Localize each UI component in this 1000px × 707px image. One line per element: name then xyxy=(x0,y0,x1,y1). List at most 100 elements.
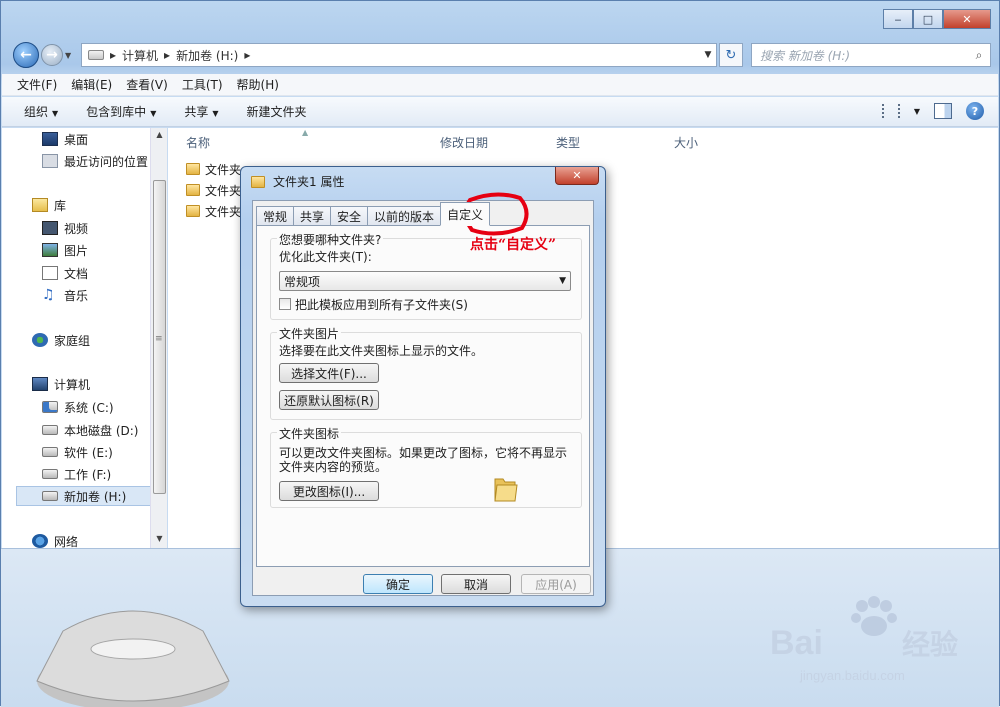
help-icon[interactable]: ? xyxy=(966,102,984,120)
folder-icons-group: 文件夹图标 可以更改文件夹图标。如果更改了图标，它将不再显示 文件夹内容的预览。… xyxy=(270,425,582,508)
apply-subfolders-label: 把此模板应用到所有子文件夹(S) xyxy=(295,298,468,312)
apply-button[interactable]: 应用(A) xyxy=(521,574,591,594)
refresh-button[interactable]: ↻ xyxy=(719,43,743,67)
optimize-value: 常规项 xyxy=(284,274,321,289)
nav-item-homegroup[interactable]: 家庭组 xyxy=(32,330,90,350)
nav-item-label: 系统 (C:) xyxy=(64,400,114,415)
maximize-button[interactable]: □ xyxy=(913,9,943,29)
preview-pane-icon[interactable] xyxy=(934,103,952,119)
breadcrumb-separator: ▸ xyxy=(110,48,117,62)
apply-subfolders-checkbox[interactable] xyxy=(279,298,291,310)
nav-item-libraries[interactable]: 库 xyxy=(32,195,66,215)
breadcrumb-volume[interactable]: 新加卷 (H:) xyxy=(176,47,238,64)
baidu-paw-logo: Bai 经验 jingyan.baidu.com xyxy=(770,596,958,683)
dialog-title: 文件夹1 属性 xyxy=(273,175,345,189)
column-header-size[interactable]: 大小 xyxy=(674,134,698,151)
nav-pane-scrollbar[interactable]: ▲ ≡ ▼ xyxy=(150,128,167,548)
optimize-select[interactable]: 常规项 ▼ xyxy=(279,271,571,291)
navigation-pane: 桌面 最近访问的位置 库 视频 图片 文档 ♫ 音乐 家庭组 计算机 系统 (C:… xyxy=(2,128,167,549)
cancel-button[interactable]: 取消 xyxy=(441,574,511,594)
nav-item-recent-places[interactable]: 最近访问的位置 xyxy=(42,151,148,171)
search-icon[interactable]: ⌕ xyxy=(968,48,990,63)
change-view-icon[interactable] xyxy=(881,104,900,118)
nav-item-computer[interactable]: 计算机 xyxy=(32,374,90,394)
list-item[interactable]: 文件夹 xyxy=(186,201,241,221)
column-header-name[interactable]: 名称 xyxy=(186,134,210,151)
pictures-icon xyxy=(42,243,58,257)
nav-item-videos[interactable]: 视频 xyxy=(42,218,88,238)
address-dropdown-icon[interactable]: ▼ xyxy=(700,50,716,60)
breadcrumb-computer[interactable]: 计算机 xyxy=(122,47,158,64)
nav-item-label: 本地磁盘 (D:) xyxy=(64,423,139,438)
view-options-chevron-icon[interactable]: ▼ xyxy=(914,107,920,116)
drive-icon xyxy=(42,425,58,435)
nav-item-pictures[interactable]: 图片 xyxy=(42,240,88,260)
nav-item-label: 视频 xyxy=(64,221,89,236)
group-title: 文件夹图标 xyxy=(277,425,342,442)
nav-item-drive-f[interactable]: 工作 (F:) xyxy=(42,464,111,484)
svg-text:jingyan.baidu.com: jingyan.baidu.com xyxy=(799,668,905,683)
search-input[interactable]: 搜索 新加卷 (H:) ⌕ xyxy=(751,43,991,67)
scroll-up-icon[interactable]: ▲ xyxy=(151,130,168,139)
folder-properties-dialog: 文件夹1 属性 ✕ 常规 共享 安全 以前的版本 自定义 您想要哪种文件夹? 优… xyxy=(240,166,606,607)
homegroup-icon xyxy=(32,333,48,347)
menu-edit[interactable]: 编辑(E) xyxy=(64,76,119,93)
share-label: 共享 xyxy=(184,105,209,119)
forward-button[interactable]: → xyxy=(41,44,63,66)
nav-item-drive-c[interactable]: 系统 (C:) xyxy=(42,397,114,417)
organize-label: 组织 xyxy=(24,105,49,119)
caption-buttons: ‒ □ ✕ xyxy=(883,9,991,29)
breadcrumb-separator: ▸ xyxy=(164,48,171,62)
restore-default-button[interactable]: 还原默认图标(R) xyxy=(279,390,379,410)
list-item[interactable]: 文件夹 xyxy=(186,159,241,179)
menu-view[interactable]: 查看(V) xyxy=(119,76,175,93)
include-library-button[interactable]: 包含到库中 ▼ xyxy=(86,103,156,120)
nav-item-desktop[interactable]: 桌面 xyxy=(42,129,88,149)
drive-icon xyxy=(42,491,58,501)
address-bar[interactable]: ▸ 计算机 ▸ 新加卷 (H:) ▸ ▼ xyxy=(81,43,717,67)
choose-file-button[interactable]: 选择文件(F)... xyxy=(279,363,379,383)
column-header-type[interactable]: 类型 xyxy=(556,134,580,151)
tab-general[interactable]: 常规 xyxy=(256,206,295,226)
change-icon-button[interactable]: 更改图标(I)... xyxy=(279,481,379,501)
share-button[interactable]: 共享 ▼ xyxy=(184,103,218,120)
video-icon xyxy=(42,221,58,235)
nav-item-drive-e[interactable]: 软件 (E:) xyxy=(42,442,113,462)
tab-customize[interactable]: 自定义 xyxy=(440,202,491,226)
organize-button[interactable]: 组织 ▼ xyxy=(24,103,58,120)
music-icon: ♫ xyxy=(42,287,55,303)
tab-sharing[interactable]: 共享 xyxy=(293,206,332,226)
dialog-close-button[interactable]: ✕ xyxy=(555,167,599,185)
column-header-modified[interactable]: 修改日期 xyxy=(440,134,488,151)
back-button[interactable]: ← xyxy=(13,42,39,68)
desktop-icon xyxy=(42,132,58,146)
svg-text:经验: 经验 xyxy=(902,628,958,660)
chevron-down-icon: ▼ xyxy=(212,109,219,118)
optimize-label: 优化此文件夹(T): xyxy=(279,250,372,264)
dialog-tabs: 常规 共享 安全 以前的版本 自定义 xyxy=(256,202,491,226)
tab-previous-versions[interactable]: 以前的版本 xyxy=(367,206,442,226)
new-folder-button[interactable]: 新建文件夹 xyxy=(247,103,307,120)
list-item[interactable]: 文件夹 xyxy=(186,180,241,200)
recent-pages-dropdown[interactable]: ▼ xyxy=(65,51,75,60)
customize-page: 您想要哪种文件夹? 优化此文件夹(T): 常规项 ▼ 把此模板应用到所有子文件夹… xyxy=(256,225,590,567)
close-button[interactable]: ✕ xyxy=(943,9,991,29)
nav-item-music[interactable]: ♫ 音乐 xyxy=(42,285,88,305)
list-item-label: 文件夹 xyxy=(205,204,242,219)
nav-item-drive-h[interactable]: 新加卷 (H:) xyxy=(16,486,152,506)
nav-item-documents[interactable]: 文档 xyxy=(42,263,88,283)
tab-security[interactable]: 安全 xyxy=(330,206,369,226)
minimize-button[interactable]: ‒ xyxy=(883,9,913,29)
recent-places-icon xyxy=(42,154,58,168)
chevron-down-icon: ▼ xyxy=(52,109,59,118)
folder-pictures-desc: 选择要在此文件夹图标上显示的文件。 xyxy=(279,344,484,358)
documents-icon xyxy=(42,266,58,280)
folder-icon xyxy=(186,184,200,196)
nav-item-drive-d[interactable]: 本地磁盘 (D:) xyxy=(42,420,138,440)
menu-help[interactable]: 帮助(H) xyxy=(230,76,286,93)
menu-tools[interactable]: 工具(T) xyxy=(175,76,230,93)
annotation-text: 点击“自定义” xyxy=(470,237,557,253)
ok-button[interactable]: 确定 xyxy=(363,574,433,594)
folder-icon xyxy=(186,163,200,175)
menu-file[interactable]: 文件(F) xyxy=(10,76,64,93)
